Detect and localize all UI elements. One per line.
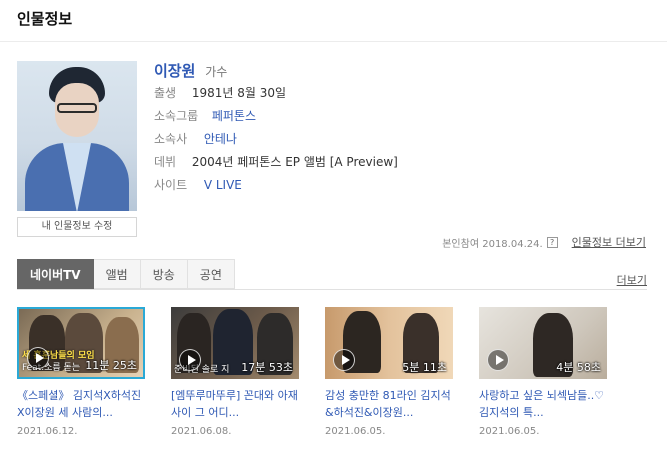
site-row: 사이트 V LIVE [154,176,242,193]
video-title[interactable]: 감성 충만한 81라인 김지석&하석진&이장원... [325,387,453,421]
birth-label: 출생 [154,86,177,100]
video-thumbnail[interactable]: 준비된 솔로 지 17분 53초 [171,307,299,379]
name-row: 이장원 가수 [154,60,227,81]
play-icon[interactable] [179,349,201,371]
video-title[interactable]: 《스페셜》 김지석X하석진X이장원 세 사람의... [17,387,145,421]
debut-value: 2004년 페퍼톤스 EP 앨범 [A Preview] [191,155,398,169]
video-duration: 4분 58초 [556,361,601,374]
divider [17,289,647,290]
group-row: 소속그룹 페퍼톤스 [154,107,256,124]
tabs-more-link[interactable]: 더보기 [617,272,647,288]
debut-row: 데뷔 2004년 페퍼톤스 EP 앨범 [A Preview] [154,153,398,170]
video-date: 2021.06.05. [325,426,386,437]
video-date: 2021.06.12. [17,426,78,437]
section-title: 인물정보 [17,10,73,28]
person-name[interactable]: 이장원 [154,62,195,80]
video-title[interactable]: [엠뚜루마뚜루] 꼰대와 아재 사이 그 어디... [171,387,299,421]
profile-more-link[interactable]: 인물정보 더보기 [572,234,646,250]
birth-row: 출생 1981년 8월 30일 [154,84,286,101]
tab-navertv[interactable]: 네이버TV [17,259,94,289]
tab-album[interactable]: 앨범 [93,259,141,289]
agency-label: 소속사 [154,132,188,146]
group-label: 소속그룹 [154,109,199,123]
video-thumbnail[interactable]: 세 훈훈남들의 모임 Feat.소름 돋는 11분 25초 [17,307,145,379]
debut-label: 데뷔 [154,155,177,169]
site-label: 사이트 [154,178,188,192]
video-thumbnail[interactable]: 5분 11초 [325,307,453,379]
video-thumbnail[interactable]: 4분 58초 [479,307,607,379]
agency-link[interactable]: 안테나 [204,132,237,146]
play-icon[interactable] [27,347,49,369]
video-duration: 17분 53초 [241,361,293,374]
tab-concert[interactable]: 공연 [187,259,235,289]
source-text: 본인참여 2018.04.24. [442,238,543,250]
video-card[interactable]: 5분 11초 감성 충만한 81라인 김지석&하석진&이장원... 2021.0… [325,307,453,437]
video-date: 2021.06.08. [171,426,232,437]
video-card[interactable]: 준비된 솔로 지 17분 53초 [엠뚜루마뚜루] 꼰대와 아재 사이 그 어디… [171,307,299,437]
agency-row: 소속사 안테나 [154,130,237,147]
video-duration: 5분 11초 [402,361,447,374]
video-duration: 11분 25초 [85,359,137,372]
divider [0,41,667,42]
play-icon[interactable] [487,349,509,371]
group-link[interactable]: 페퍼톤스 [212,109,256,123]
tab-bar: 네이버TV 앨범 방송 공연 [17,259,235,289]
source-row: 본인참여 2018.04.24. ? 인물정보 더보기 [442,234,646,250]
edit-profile-button[interactable]: 내 인물정보 수정 [17,217,137,237]
profile-photo[interactable] [17,61,137,211]
video-date: 2021.06.05. [479,426,540,437]
tab-broadcast[interactable]: 방송 [140,259,188,289]
video-card[interactable]: 4분 58초 사랑하고 싶은 뇌섹남들..♡ 김지석의 특... 2021.06… [479,307,607,437]
video-title[interactable]: 사랑하고 싶은 뇌섹남들..♡ 김지석의 특... [479,387,607,421]
birth-value: 1981년 8월 30일 [191,86,287,100]
site-link[interactable]: V LIVE [204,178,242,192]
person-role: 가수 [205,65,228,79]
help-icon[interactable]: ? [546,236,558,248]
video-card[interactable]: 세 훈훈남들의 모임 Feat.소름 돋는 11분 25초 《스페셜》 김지석X… [17,307,145,437]
play-icon[interactable] [333,349,355,371]
